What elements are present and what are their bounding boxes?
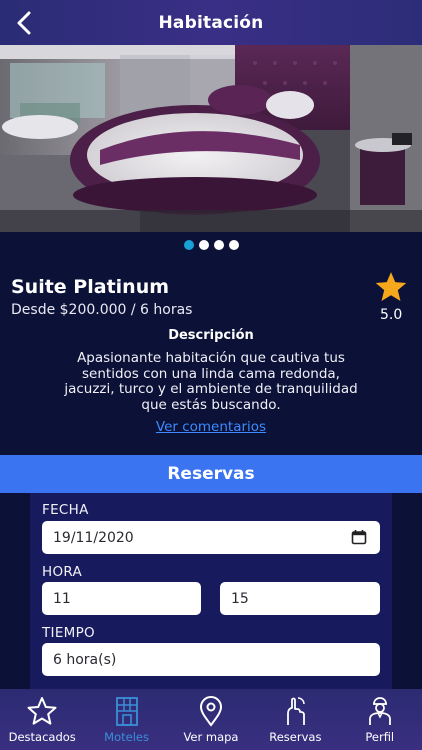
- tab-label: Perfil: [365, 730, 395, 744]
- calendar-icon[interactable]: [351, 529, 367, 545]
- bottom-tab-bar: Destacados Moteles Ver mapa Reservas Per…: [0, 689, 422, 750]
- duration-value: 6 hora(s): [53, 651, 117, 668]
- gallery-dot-3[interactable]: [213, 240, 224, 250]
- gallery-dot-1[interactable]: [183, 240, 194, 250]
- chevron-left-icon: [17, 11, 31, 35]
- person-icon: [368, 697, 391, 725]
- app-header: Habitación: [0, 0, 422, 45]
- duration-field[interactable]: 6 hora(s): [42, 643, 380, 676]
- tab-label: Destacados: [8, 730, 76, 744]
- date-value: 19/11/2020: [53, 529, 134, 546]
- view-comments-link[interactable]: Ver comentarios: [0, 419, 422, 435]
- tab-label: Ver mapa: [183, 730, 239, 744]
- reservations-title: Reservas: [167, 464, 255, 484]
- page-title: Habitación: [158, 12, 264, 33]
- time-start-field[interactable]: 11: [42, 582, 201, 615]
- tab-label: Reservas: [269, 730, 322, 744]
- room-photo-image: [0, 45, 422, 232]
- room-photo[interactable]: [0, 45, 422, 232]
- time-end-field[interactable]: 15: [220, 582, 380, 615]
- time-end-value: 15: [231, 590, 249, 607]
- tab-ver-mapa[interactable]: Ver mapa: [169, 689, 253, 750]
- tab-reservas[interactable]: Reservas: [253, 689, 337, 750]
- description-text: Apasionante habitación que cautiva tus s…: [64, 350, 358, 413]
- time-start-value: 11: [53, 590, 71, 607]
- reservations-header: Reservas: [0, 455, 422, 493]
- description-title: Descripción: [168, 328, 254, 343]
- gallery-dot-4[interactable]: [228, 240, 239, 250]
- map-pin-icon: [199, 696, 222, 727]
- gallery-dot-2[interactable]: [198, 240, 209, 250]
- tab-destacados[interactable]: Destacados: [0, 689, 84, 750]
- building-icon: [115, 697, 138, 726]
- gallery-pagination: [0, 240, 422, 254]
- star-outline-icon: [27, 697, 57, 725]
- time-label: HORA: [42, 564, 83, 580]
- date-field[interactable]: 19/11/2020: [42, 521, 380, 554]
- rating-value: 5.0: [380, 307, 403, 323]
- reservation-hand-icon: [287, 697, 306, 725]
- tab-moteles[interactable]: Moteles: [85, 689, 169, 750]
- star-icon: [375, 272, 407, 302]
- tab-perfil[interactable]: Perfil: [338, 689, 422, 750]
- duration-label: TIEMPO: [42, 625, 95, 641]
- back-button[interactable]: [12, 10, 36, 36]
- room-price: Desde $200.000 / 6 horas: [11, 302, 193, 318]
- room-name: Suite Platinum: [11, 276, 170, 298]
- tab-label: Moteles: [104, 730, 149, 744]
- date-label: FECHA: [42, 502, 89, 518]
